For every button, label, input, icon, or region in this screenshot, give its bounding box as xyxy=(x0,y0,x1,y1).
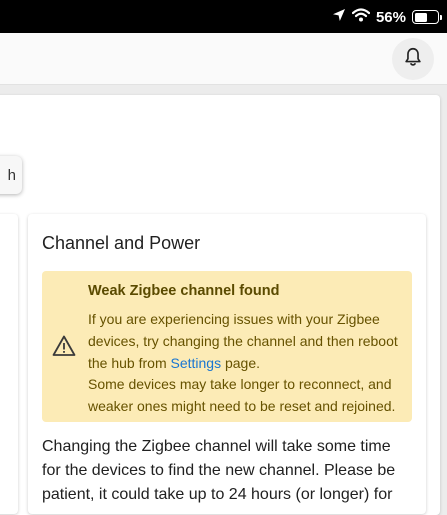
notifications-button[interactable] xyxy=(392,38,434,80)
channel-power-card: Channel and Power Weak Zigbee channel fo… xyxy=(28,214,426,514)
warning-alert: Weak Zigbee channel found If you are exp… xyxy=(42,271,412,422)
card-title: Channel and Power xyxy=(42,233,201,253)
adjacent-card xyxy=(0,214,18,514)
battery-tip xyxy=(440,14,442,20)
alert-message-suffix: page. xyxy=(221,355,261,371)
status-bar: 56% xyxy=(0,0,447,33)
alert-message: If you are experiencing issues with your… xyxy=(88,308,406,374)
body-text: Changing the Zigbee channel will take so… xyxy=(42,438,396,503)
alert-title: Weak Zigbee channel found xyxy=(88,283,280,299)
bell-icon xyxy=(402,46,424,73)
location-arrow-icon xyxy=(332,8,346,26)
warning-icon xyxy=(52,334,76,358)
battery-level-fill xyxy=(414,12,427,22)
wifi-icon xyxy=(351,8,371,26)
settings-link[interactable]: Settings xyxy=(171,355,222,371)
battery-percent: 56% xyxy=(375,8,406,26)
search-button[interactable]: h xyxy=(0,156,22,194)
battery-icon xyxy=(412,10,442,24)
search-button-label: h xyxy=(7,166,16,184)
status-icons: 56% xyxy=(332,6,442,28)
app-header xyxy=(0,33,447,85)
alert-note: Some devices may take longer to reconnec… xyxy=(88,376,396,414)
